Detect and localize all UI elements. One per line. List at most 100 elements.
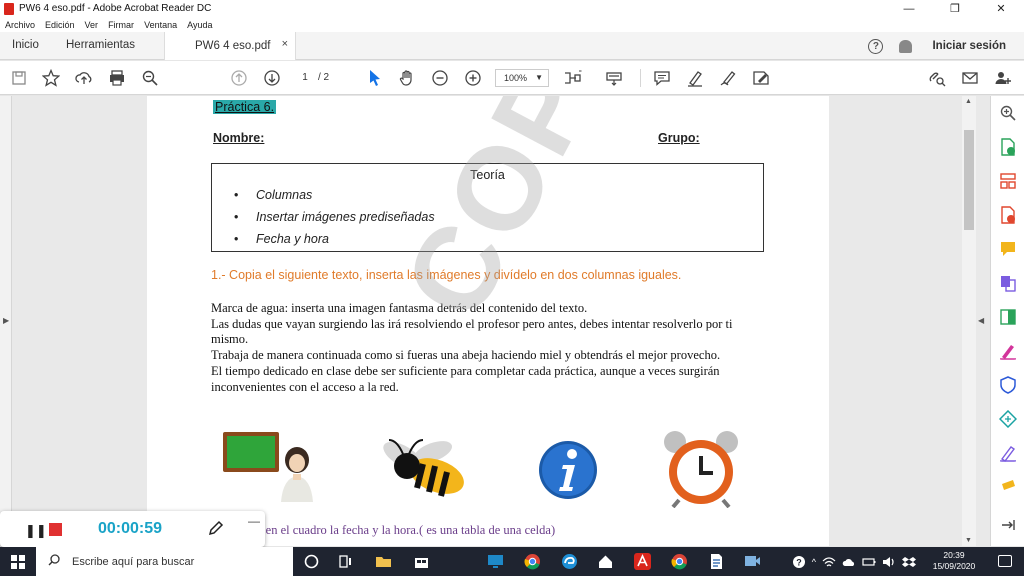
menu-ayuda[interactable]: Ayuda — [187, 20, 212, 30]
save-icon[interactable] — [9, 68, 29, 88]
chevron-down-icon: ▼ — [535, 73, 543, 82]
send-for-signature-icon[interactable] — [999, 444, 1017, 462]
highlight-pen-icon[interactable] — [685, 68, 705, 88]
network-icon[interactable] — [822, 556, 836, 568]
edit-pdf-icon[interactable] — [999, 308, 1017, 326]
comment-icon[interactable] — [652, 68, 672, 88]
zoom-tool-icon[interactable] — [999, 104, 1017, 122]
practice-title: Práctica 6. — [213, 100, 277, 114]
dropbox-icon[interactable] — [902, 556, 916, 568]
teacher-board-image — [223, 432, 313, 502]
task-view-icon[interactable] — [337, 553, 354, 570]
star-icon[interactable] — [41, 68, 61, 88]
document-area[interactable]: ▶ Práctica 6. Nombre: Grupo: Teoría Colu… — [0, 96, 990, 546]
protect-shield-icon[interactable] — [999, 376, 1017, 394]
list-item: Columnas — [234, 184, 435, 206]
help-tray-icon[interactable]: ? — [792, 555, 806, 569]
cloud-icon[interactable] — [842, 556, 856, 568]
select-cursor-icon[interactable] — [365, 68, 385, 88]
chevron-up-icon[interactable]: ^ — [812, 557, 816, 567]
export-pdf-icon[interactable] — [999, 138, 1017, 156]
add-user-icon[interactable] — [993, 68, 1013, 88]
store-icon[interactable] — [413, 553, 430, 570]
acrobat-icon — [4, 2, 14, 15]
keyboard-icon[interactable] — [604, 68, 624, 88]
menu-ventana[interactable]: Ventana — [144, 20, 177, 30]
volume-icon[interactable] — [882, 556, 896, 568]
chrome-icon[interactable] — [524, 553, 541, 570]
stamp-tool-icon[interactable] — [999, 478, 1017, 496]
alarm-clock-image — [664, 431, 738, 508]
zoom-out-icon[interactable] — [430, 68, 450, 88]
organize-pages-icon[interactable] — [999, 172, 1017, 190]
recorder-minimize-button[interactable]: — — [248, 514, 260, 528]
help-icon[interactable]: ? — [868, 38, 884, 54]
cortana-icon[interactable] — [303, 553, 320, 570]
file-explorer-icon[interactable] — [375, 553, 392, 570]
tab-close-icon[interactable]: × — [282, 38, 288, 50]
zoom-in-icon[interactable] — [463, 68, 483, 88]
notification-center-icon[interactable] — [998, 555, 1012, 567]
page-total: / 2 — [318, 72, 330, 83]
video-recorder-icon[interactable] — [744, 553, 761, 570]
collapse-panel-icon[interactable] — [999, 516, 1017, 534]
hand-tool-icon[interactable] — [397, 68, 417, 88]
exercise-2: a en el cuadro la fecha y la hora.( es u… — [257, 523, 556, 537]
print-icon[interactable] — [107, 68, 127, 88]
tab-home[interactable]: Inicio — [12, 39, 39, 51]
acrobat-taskbar-icon[interactable] — [634, 553, 651, 570]
taskbar-clock[interactable]: 20:39 15/09/2020 — [924, 550, 984, 572]
chevron-left-icon[interactable]: ◀ — [978, 316, 984, 325]
link-share-icon[interactable] — [927, 68, 947, 88]
tab-bar: Inicio Herramientas PW6 4 eso.pdf × ? In… — [0, 32, 1024, 60]
tab-tools[interactable]: Herramientas — [66, 39, 135, 51]
taskbar-search[interactable]: Escribe aquí para buscar — [36, 547, 293, 576]
fill-sign-icon[interactable] — [751, 68, 771, 88]
pause-button[interactable]: ❚❚ — [25, 523, 47, 539]
system-tray: ? ^ — [792, 547, 1024, 576]
signin-button[interactable]: Iniciar sesión — [932, 40, 1006, 52]
maximize-button[interactable]: ❐ — [932, 0, 978, 17]
optimize-pdf-icon[interactable] — [999, 410, 1017, 428]
battery-icon[interactable] — [862, 556, 876, 568]
zoom-search-icon[interactable] — [140, 68, 160, 88]
comment-tool-icon[interactable] — [999, 240, 1017, 258]
vertical-scrollbar[interactable]: ▲ ▼ — [962, 96, 976, 546]
screen-app-icon[interactable] — [487, 553, 504, 570]
previous-page-icon[interactable] — [229, 68, 249, 88]
document-icon[interactable] — [708, 553, 725, 570]
svg-text:?: ? — [796, 557, 802, 567]
pdf-page[interactable]: Práctica 6. Nombre: Grupo: Teoría Column… — [147, 96, 829, 546]
page-number-input[interactable]: 1 — [294, 70, 316, 86]
email-icon[interactable] — [960, 68, 980, 88]
scroll-up-icon[interactable]: ▲ — [965, 98, 972, 105]
minimize-button[interactable]: — — [886, 0, 932, 17]
edge-icon[interactable] — [561, 553, 578, 570]
draw-icon[interactable] — [718, 68, 738, 88]
pen-icon[interactable] — [208, 520, 224, 539]
scrollbar-thumb[interactable] — [964, 130, 974, 230]
next-page-icon[interactable] — [262, 68, 282, 88]
close-button[interactable]: ✕ — [978, 0, 1024, 17]
bell-icon[interactable] — [899, 39, 913, 53]
create-pdf-icon[interactable] — [999, 206, 1017, 224]
combine-files-icon[interactable] — [999, 274, 1017, 292]
windows-start-icon[interactable] — [11, 555, 25, 569]
home-icon[interactable] — [597, 553, 614, 570]
paragraph: El tiempo dedicado en clase debe ser suf… — [211, 363, 720, 394]
chrome-profile-icon[interactable] — [671, 553, 688, 570]
menu-archivo[interactable]: Archivo — [5, 20, 35, 30]
taskbar: Escribe aquí para buscar ? ^ 20:39 15/09… — [0, 547, 1024, 576]
chevron-right-icon[interactable]: ▶ — [3, 316, 9, 325]
fill-sign-tool-icon[interactable] — [999, 342, 1017, 360]
menu-ver[interactable]: Ver — [85, 20, 99, 30]
stop-button[interactable] — [49, 523, 62, 536]
menu-firmar[interactable]: Firmar — [108, 20, 134, 30]
scroll-down-icon[interactable]: ▼ — [965, 537, 972, 544]
menu-edicion[interactable]: Edición — [45, 20, 75, 30]
fit-page-icon[interactable] — [563, 68, 583, 88]
upload-cloud-icon[interactable] — [74, 68, 94, 88]
zoom-level-select[interactable]: 100% ▼ — [495, 69, 549, 87]
left-panel-toggle[interactable]: ▶ — [0, 96, 12, 546]
tab-document[interactable]: PW6 4 eso.pdf × — [164, 32, 296, 60]
